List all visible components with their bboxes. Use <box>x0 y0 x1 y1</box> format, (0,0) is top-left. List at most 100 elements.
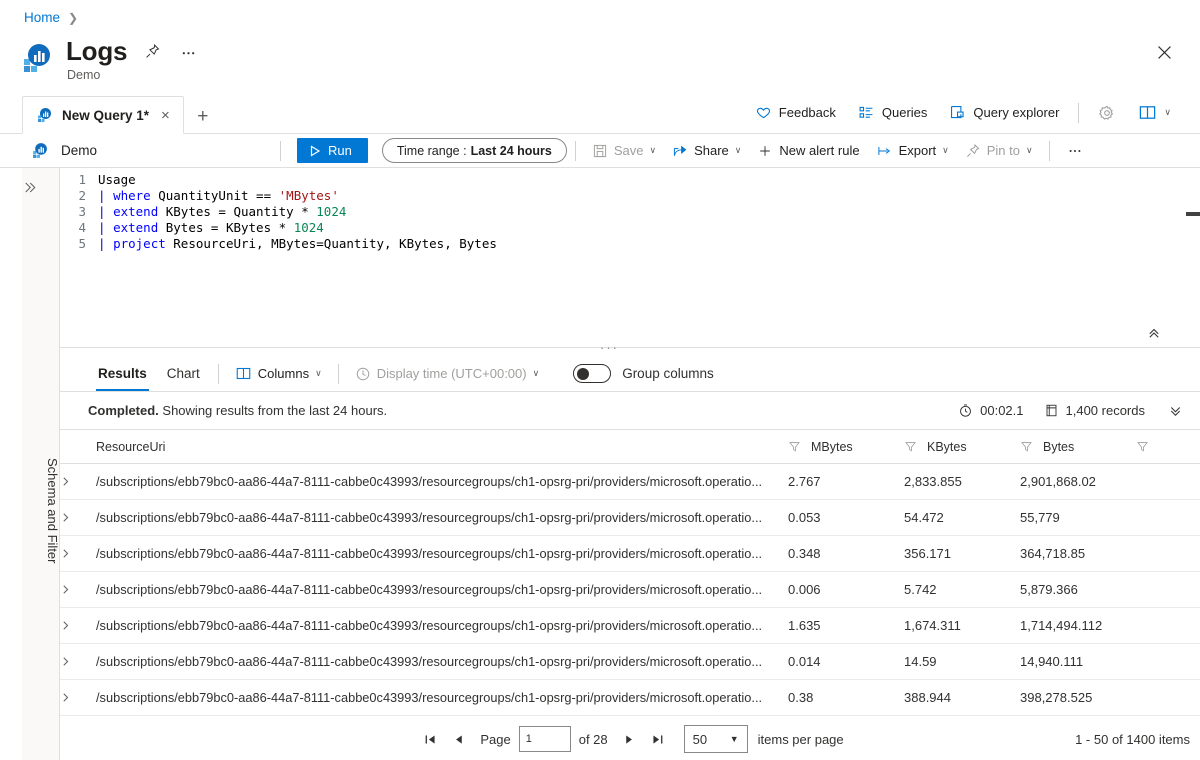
new-query-tab-button[interactable]: + <box>188 101 218 133</box>
run-button[interactable]: Run <box>297 138 368 163</box>
window-icon <box>949 104 966 121</box>
editor-resize-handle[interactable]: ··· <box>600 340 619 355</box>
double-chevron-right-icon[interactable] <box>22 180 60 195</box>
next-page-button[interactable] <box>616 726 644 752</box>
row-expand-icon[interactable] <box>60 512 92 523</box>
table-row[interactable]: /subscriptions/ebb79bc0-aa86-44a7-8111-c… <box>60 608 1200 644</box>
export-button[interactable]: Export ∨ <box>868 139 957 163</box>
settings-button[interactable] <box>1087 99 1127 127</box>
filter-icon[interactable] <box>1136 440 1149 453</box>
column-header-bytes[interactable]: Bytes <box>1020 440 1136 454</box>
page-title: Logs <box>66 36 128 66</box>
column-label: MBytes <box>811 439 853 454</box>
tab-chart[interactable]: Chart <box>157 356 210 391</box>
cell-resourceuri: /subscriptions/ebb79bc0-aa86-44a7-8111-c… <box>96 618 763 633</box>
divider <box>337 363 339 384</box>
help-book-button[interactable]: ∨ <box>1127 98 1182 127</box>
workspace-selector[interactable]: Demo <box>0 142 272 159</box>
kql-query-editor[interactable]: 1 Usage 2 | where QuantityUnit == 'MBytes'… <box>60 168 1200 348</box>
new-alert-rule-button[interactable]: New alert rule <box>749 139 867 163</box>
column-header-resourceuri[interactable]: ResourceUri <box>92 440 788 454</box>
row-expand-icon[interactable] <box>60 692 92 703</box>
editor-scrollbar[interactable] <box>1186 212 1200 216</box>
queries-label: Queries <box>881 105 928 120</box>
toggle-track[interactable] <box>573 364 612 383</box>
status-detail: Showing results from the last 24 hours. <box>158 403 388 418</box>
column-header-overflow[interactable] <box>1136 440 1196 453</box>
record-count-value: 1,400 records <box>1065 403 1146 418</box>
log-analytics-icon <box>22 42 54 74</box>
items-per-page-select[interactable]: 50 ▼ <box>683 725 748 753</box>
row-expand-icon[interactable] <box>60 548 92 559</box>
row-expand-icon[interactable] <box>60 656 92 667</box>
feedback-button[interactable]: Feedback <box>744 99 847 126</box>
time-range-picker[interactable]: Time range : Last 24 hours <box>381 138 567 163</box>
close-icon[interactable] <box>1150 38 1178 66</box>
grid-header-row: ResourceUri MBytes KBytes Bytes <box>60 430 1200 464</box>
save-label: Save <box>613 143 644 158</box>
pin-to-button[interactable]: Pin to ∨ <box>957 139 1041 163</box>
editor-collapse-button[interactable] <box>1146 326 1162 340</box>
group-columns-toggle[interactable]: Group columns <box>573 364 714 383</box>
query-tab-close-icon[interactable]: × <box>158 108 173 123</box>
page-number-input[interactable] <box>518 726 571 752</box>
divider <box>217 363 219 384</box>
more-options-icon[interactable] <box>177 41 199 63</box>
feedback-label: Feedback <box>778 105 836 120</box>
cell-kbytes: 2,833.855 <box>904 474 962 489</box>
table-row[interactable]: /subscriptions/ebb79bc0-aa86-44a7-8111-c… <box>60 680 1200 716</box>
prev-page-button[interactable] <box>444 726 472 752</box>
divider <box>574 140 576 161</box>
row-expand-icon[interactable] <box>60 620 92 631</box>
row-expand-icon[interactable] <box>60 476 92 487</box>
display-time-button[interactable]: Display time (UTC+00:00) ∨ <box>347 362 548 386</box>
time-range-value: Last 24 hours <box>470 143 552 158</box>
cell-resourceuri: /subscriptions/ebb79bc0-aa86-44a7-8111-c… <box>96 654 763 669</box>
expand-results-button[interactable] <box>1167 404 1184 418</box>
filter-icon[interactable] <box>1020 440 1033 453</box>
column-header-kbytes[interactable]: KBytes <box>904 440 1020 454</box>
kql-code[interactable]: 1 Usage 2 | where QuantityUnit == 'MBytes'… <box>60 168 1200 252</box>
table-row[interactable]: /subscriptions/ebb79bc0-aa86-44a7-8111-c… <box>60 644 1200 680</box>
ellipsis-icon <box>1066 143 1084 159</box>
results-grid[interactable]: ResourceUri MBytes KBytes Bytes /subscri… <box>60 430 1200 718</box>
table-row[interactable]: /subscriptions/ebb79bc0-aa86-44a7-8111-c… <box>60 536 1200 572</box>
save-button[interactable]: Save ∨ <box>584 139 664 163</box>
row-expand-icon[interactable] <box>60 584 92 595</box>
cell-resourceuri: /subscriptions/ebb79bc0-aa86-44a7-8111-c… <box>96 546 763 561</box>
query-explorer-button[interactable]: Query explorer <box>938 99 1070 126</box>
cell-resourceuri: /subscriptions/ebb79bc0-aa86-44a7-8111-c… <box>96 690 763 705</box>
elapsed-value: 00:02.1 <box>980 403 1024 418</box>
column-label: ResourceUri <box>96 439 166 454</box>
schema-filter-rail[interactable]: Schema and Filter <box>22 168 60 760</box>
book-chevron-down-icon[interactable]: ∨ <box>1164 107 1171 118</box>
share-button[interactable]: Share ∨ <box>664 139 749 163</box>
record-count: 1,400 records <box>1044 403 1146 418</box>
breadcrumb-home[interactable]: Home <box>24 10 60 25</box>
filter-icon[interactable] <box>904 440 917 453</box>
last-page-button[interactable] <box>644 726 672 752</box>
pin-icon[interactable] <box>141 41 163 63</box>
cell-resourceuri: /subscriptions/ebb79bc0-aa86-44a7-8111-c… <box>96 582 763 597</box>
table-row[interactable]: /subscriptions/ebb79bc0-aa86-44a7-8111-c… <box>60 464 1200 500</box>
divider <box>1078 102 1080 123</box>
cell-mbytes: 0.348 <box>788 546 821 561</box>
line-number: 2 <box>78 188 86 203</box>
table-row[interactable]: /subscriptions/ebb79bc0-aa86-44a7-8111-c… <box>60 572 1200 608</box>
tab-results[interactable]: Results <box>88 356 157 391</box>
table-row[interactable]: /subscriptions/ebb79bc0-aa86-44a7-8111-c… <box>60 500 1200 536</box>
command-bar-overflow-button[interactable] <box>1058 139 1092 163</box>
cell-kbytes: 54.472 <box>904 510 944 525</box>
queries-button[interactable]: Queries <box>847 99 939 126</box>
new-alert-rule-label: New alert rule <box>779 143 860 158</box>
query-tab-new-query-1[interactable]: New Query 1* × <box>22 96 184 134</box>
divider <box>280 140 281 161</box>
columns-button[interactable]: Columns ∨ <box>227 362 330 385</box>
first-page-button[interactable] <box>416 726 444 752</box>
schema-and-filter-label[interactable]: Schema and Filter <box>22 458 60 564</box>
cell-bytes: 5,879.366 <box>1020 582 1078 597</box>
column-header-mbytes[interactable]: MBytes <box>788 440 904 454</box>
share-label: Share <box>694 143 729 158</box>
list-icon <box>858 104 875 121</box>
filter-icon[interactable] <box>788 440 801 453</box>
